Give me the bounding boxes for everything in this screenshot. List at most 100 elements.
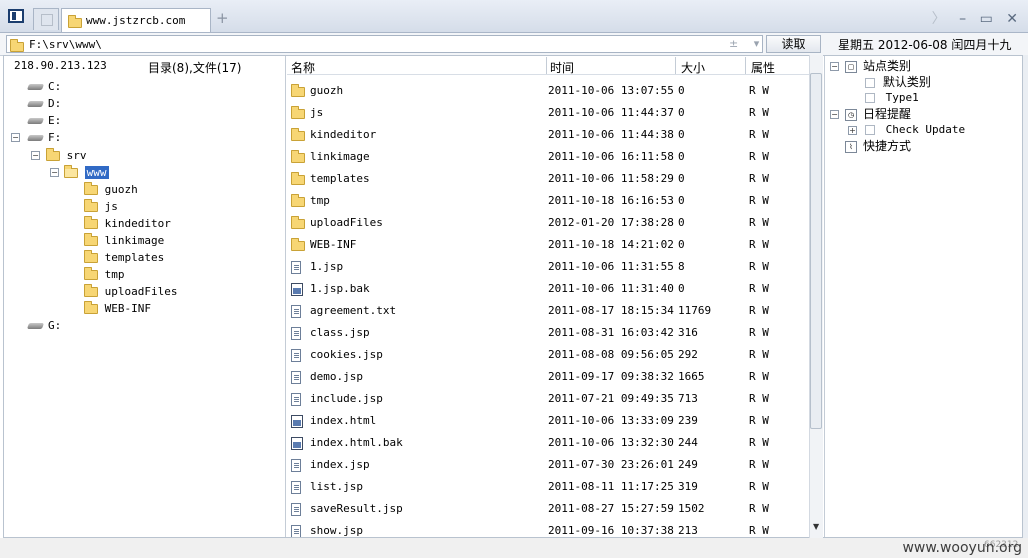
file-size: 0: [678, 194, 685, 207]
file-time: 2011-08-27 15:27:59: [548, 502, 674, 515]
file-attr: R W: [749, 216, 769, 229]
file-time: 2011-10-06 11:31:55: [548, 260, 674, 273]
check-update-node[interactable]: Check Update: [865, 122, 965, 138]
file-time: 2011-10-06 11:31:40: [548, 282, 674, 295]
file-time: 2011-09-17 09:38:32: [548, 370, 674, 383]
file-row[interactable]: js 2011-10-06 11:44:37 0 R W: [287, 102, 807, 124]
file-attr: R W: [749, 524, 769, 537]
expand-icon[interactable]: +: [848, 126, 857, 135]
file-row[interactable]: show.jsp 2011-09-16 10:37:38 213 R W: [287, 520, 807, 537]
file-attr: R W: [749, 194, 769, 207]
shortcuts-node[interactable]: ⌇ 快捷方式: [845, 138, 911, 154]
file-attr: R W: [749, 304, 769, 317]
file-list: guozh 2011-10-06 13:07:55 0 R W js 2011-10-06…: [0, 0, 809, 537]
file-row[interactable]: WEB-INF 2011-10-18 14:21:02 0 R W: [287, 234, 807, 256]
file-name: cookies.jsp: [310, 348, 383, 361]
file-row[interactable]: linkimage 2011-10-06 16:11:58 0 R W: [287, 146, 807, 168]
file-row[interactable]: agreement.txt 2011-08-17 18:15:34 11769 R W: [287, 300, 807, 322]
file-row[interactable]: 1.jsp.bak 2011-10-06 11:31:40 0 R W: [287, 278, 807, 300]
file-size: 0: [678, 282, 685, 295]
file-icon: [291, 261, 301, 274]
file-row[interactable]: index.jsp 2011-07-30 23:26:01 249 R W: [287, 454, 807, 476]
file-size: 1502: [678, 502, 705, 515]
file-row[interactable]: saveResult.jsp 2011-08-27 15:27:59 1502 R W: [287, 498, 807, 520]
file-row[interactable]: tmp 2011-10-18 16:16:53 0 R W: [287, 190, 807, 212]
file-row[interactable]: index.html 2011-10-06 13:33:09 239 R W: [287, 410, 807, 432]
bottom-strip: [0, 538, 1028, 558]
file-row[interactable]: kindeditor 2011-10-06 11:44:38 0 R W: [287, 124, 807, 146]
item-icon: [865, 93, 875, 103]
file-name: js: [310, 106, 324, 119]
file-time: 2011-10-06 13:32:30: [548, 436, 674, 449]
file-row[interactable]: class.jsp 2011-08-31 16:03:42 316 R W: [287, 322, 807, 344]
file-time: 2011-08-11 11:17:25: [548, 480, 674, 493]
category-icon: ▢: [845, 60, 857, 73]
file-size: 0: [678, 150, 685, 163]
file-attr: R W: [749, 150, 769, 163]
file-row[interactable]: demo.jsp 2011-09-17 09:38:32 1665 R W: [287, 366, 807, 388]
file-name: show.jsp: [310, 524, 363, 537]
maximize-icon[interactable]: ▭: [980, 11, 993, 27]
file-time: 2011-10-06 13:07:55: [548, 84, 674, 97]
file-row[interactable]: 1.jsp 2011-10-06 11:31:55 8 R W: [287, 256, 807, 278]
folder-icon: [291, 84, 305, 97]
file-time: 2011-08-17 18:15:34: [548, 304, 674, 317]
file-time: 2011-10-18 14:21:02: [548, 238, 674, 251]
file-time: 2011-10-06 11:44:37: [548, 106, 674, 119]
file-icon: [291, 393, 301, 406]
close-icon[interactable]: ✕: [1006, 11, 1018, 27]
file-time: 2012-01-20 17:38:28: [548, 216, 674, 229]
file-attr: R W: [749, 502, 769, 515]
default-category-node[interactable]: 默认类别: [865, 74, 931, 90]
file-row[interactable]: uploadFiles 2012-01-20 17:38:28 0 R W: [287, 212, 807, 234]
type1-node[interactable]: Type1: [865, 90, 919, 106]
file-icon: [291, 481, 301, 494]
scrollbar-thumb[interactable]: [810, 73, 822, 429]
folder-icon: [291, 106, 305, 119]
file-attr: R W: [749, 392, 769, 405]
file-attr: R W: [749, 282, 769, 295]
collapse-icon[interactable]: −: [830, 110, 839, 119]
minimize-icon[interactable]: –: [959, 11, 966, 27]
date-display: 星期五 2012-06-08 闰四月十九: [838, 38, 1012, 52]
file-size: 713: [678, 392, 698, 405]
file-row[interactable]: cookies.jsp 2011-08-08 09:56:05 292 R W: [287, 344, 807, 366]
file-row[interactable]: list.jsp 2011-08-11 11:17:25 319 R W: [287, 476, 807, 498]
file-row[interactable]: index.html.bak 2011-10-06 13:32:30 244 R W: [287, 432, 807, 454]
file-icon: [291, 305, 301, 318]
file-name: WEB-INF: [310, 238, 357, 251]
file-icon: [291, 503, 301, 516]
file-row[interactable]: templates 2011-10-06 11:58:29 0 R W: [287, 168, 807, 190]
pane-divider[interactable]: [824, 56, 825, 537]
site-category-node[interactable]: ▢ 站点类别: [845, 58, 911, 74]
collapse-icon[interactable]: −: [830, 62, 839, 71]
shortcut-icon: ⌇: [845, 140, 857, 153]
watermark: www.wooyun.org: [902, 540, 1022, 556]
folder-icon: [291, 128, 305, 141]
file-attr: R W: [749, 480, 769, 493]
file-row[interactable]: include.jsp 2011-07-21 09:49:35 713 R W: [287, 388, 807, 410]
file-size: 0: [678, 128, 685, 141]
file-size: 11769: [678, 304, 712, 317]
folder-icon: [291, 238, 305, 251]
file-attr: R W: [749, 414, 769, 427]
folder-icon: [291, 172, 305, 185]
file-time: 2011-08-31 16:03:42: [548, 326, 674, 339]
file-name: 1.jsp: [310, 260, 344, 273]
schedule-node[interactable]: ◷ 日程提醒: [845, 106, 911, 122]
window-controls: 〉 – ▭ ✕: [923, 8, 1018, 28]
file-icon: [291, 371, 301, 384]
file-attr: R W: [749, 370, 769, 383]
file-name: class.jsp: [310, 326, 370, 339]
file-time: 2011-10-06 11:58:29: [548, 172, 674, 185]
file-row[interactable]: guozh 2011-10-06 13:07:55 0 R W: [287, 80, 807, 102]
file-attr: R W: [749, 326, 769, 339]
scroll-down-icon[interactable]: ▼: [813, 522, 819, 531]
file-name: linkimage: [310, 150, 370, 163]
folder-icon: [291, 194, 305, 207]
file-attr: R W: [749, 436, 769, 449]
forward-icon[interactable]: 〉: [932, 8, 946, 28]
folder-icon: [291, 216, 305, 229]
file-size: 319: [678, 480, 698, 493]
file-size: 0: [678, 172, 685, 185]
